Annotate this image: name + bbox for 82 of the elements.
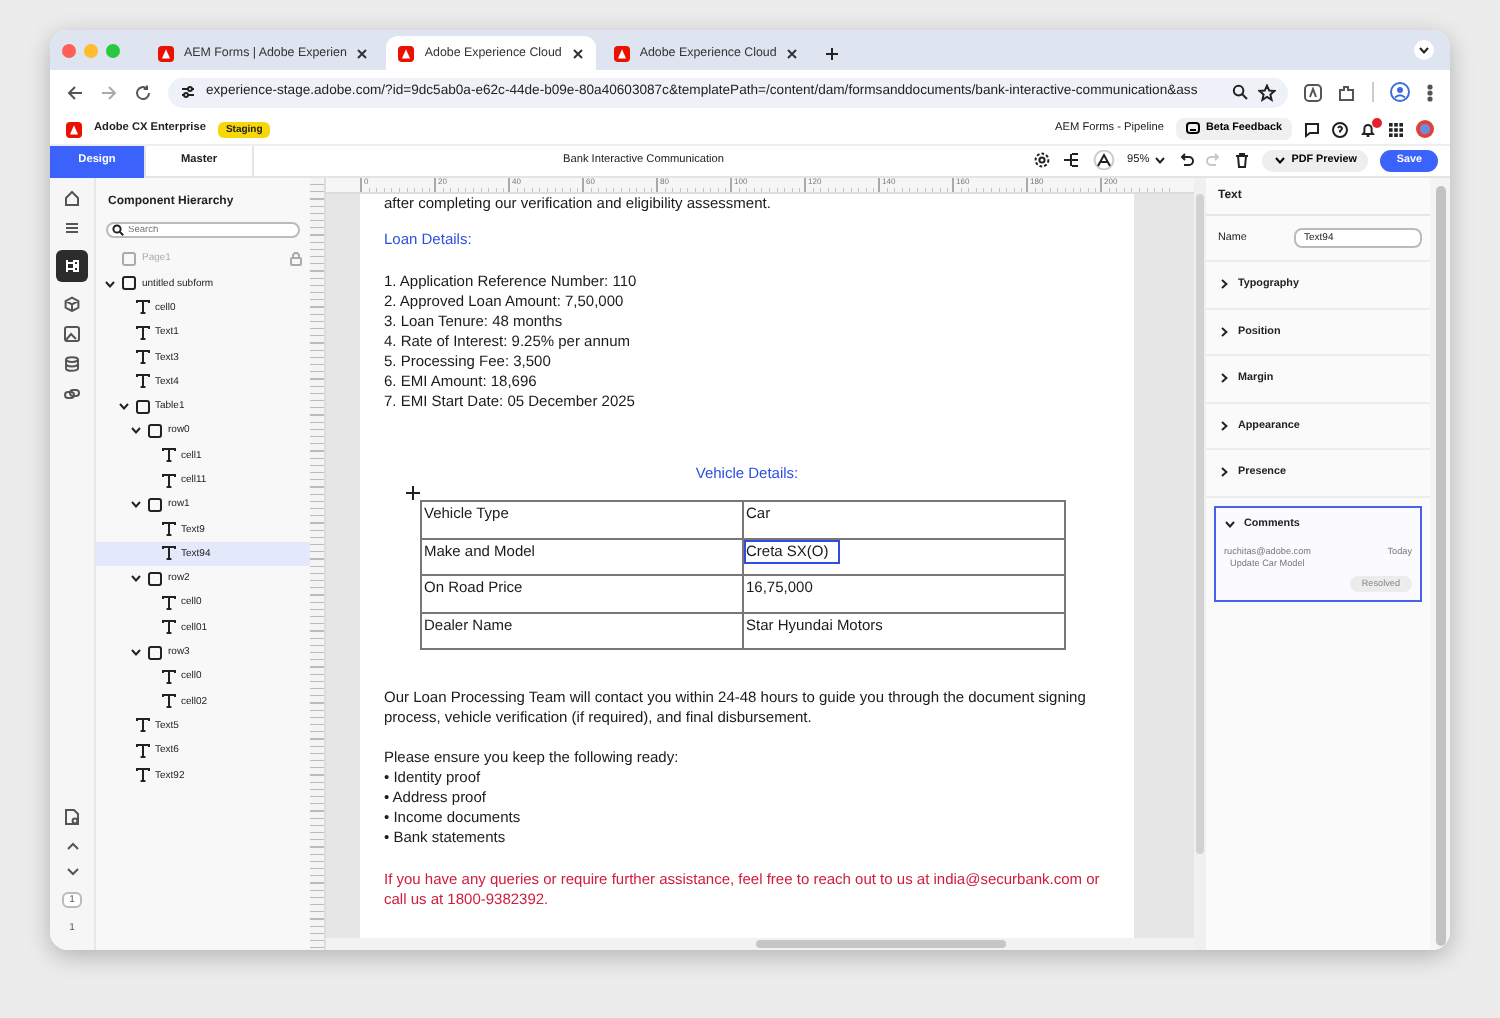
notifications-icon[interactable] xyxy=(1360,121,1376,137)
app-logo-icon xyxy=(158,45,174,61)
checkbox-icon xyxy=(148,423,162,438)
text-field-icon xyxy=(161,546,175,561)
checkbox-icon xyxy=(122,251,136,266)
checkbox-icon xyxy=(148,571,162,586)
undo-icon[interactable] xyxy=(1177,152,1194,169)
checkbox-icon xyxy=(148,645,162,660)
chevron-icon xyxy=(1218,419,1230,432)
checkbox-icon xyxy=(122,276,136,291)
menu-icon[interactable] xyxy=(64,220,80,236)
scrollbar-thumb[interactable] xyxy=(1435,186,1445,946)
text-field-icon xyxy=(135,743,149,758)
extensions-icon[interactable] xyxy=(1338,83,1356,101)
image-icon[interactable] xyxy=(64,326,80,342)
chat-icon[interactable] xyxy=(1304,121,1320,137)
chevron-icon xyxy=(1218,278,1230,291)
text-field-icon xyxy=(161,473,175,487)
notification-dot xyxy=(1372,117,1382,127)
hierarchy-tool[interactable] xyxy=(56,250,88,282)
text-field-icon xyxy=(161,620,175,635)
text-field-icon xyxy=(161,522,175,537)
text-field-icon xyxy=(135,300,149,315)
chevron-icon[interactable] xyxy=(130,646,142,659)
back-icon[interactable] xyxy=(66,83,84,101)
chevron-up-icon[interactable] xyxy=(65,840,79,852)
app-logo-icon xyxy=(66,121,82,137)
close-icon[interactable] xyxy=(786,47,799,59)
chevron-icon xyxy=(1218,325,1230,338)
auto-format-icon[interactable] xyxy=(1091,150,1116,171)
more-menu-icon[interactable] xyxy=(1426,83,1434,101)
chevron-icon xyxy=(1153,154,1166,167)
move-handle-icon[interactable] xyxy=(406,486,420,500)
text-field-icon xyxy=(135,374,149,389)
cube-icon[interactable] xyxy=(64,296,80,312)
profile-icon[interactable] xyxy=(1390,82,1410,102)
text-field-icon xyxy=(135,325,149,340)
chevron-down-icon[interactable] xyxy=(65,866,79,878)
app-logo-icon xyxy=(398,45,415,61)
database-icon[interactable] xyxy=(64,356,80,372)
text-field-icon xyxy=(161,595,175,610)
fields-icon[interactable] xyxy=(1061,152,1080,169)
chevron-icon xyxy=(1224,517,1236,530)
tab-list-icon xyxy=(1418,44,1430,56)
chevron-icon[interactable] xyxy=(130,572,142,585)
text-field-icon xyxy=(135,768,149,783)
text-field-icon xyxy=(161,669,175,684)
home-icon[interactable] xyxy=(64,190,80,206)
search-icon[interactable] xyxy=(1232,84,1248,100)
settings-icon[interactable] xyxy=(1033,152,1050,169)
scrollbar-thumb[interactable] xyxy=(756,940,1006,948)
chevron-icon[interactable] xyxy=(130,498,142,511)
text-field-icon xyxy=(161,448,175,463)
chevron-icon xyxy=(1273,154,1286,167)
star-icon[interactable] xyxy=(1258,83,1276,101)
page-settings-icon[interactable] xyxy=(64,808,80,826)
chevron-icon xyxy=(1218,372,1230,385)
link-icon[interactable] xyxy=(64,386,80,402)
apps-grid-icon[interactable] xyxy=(1388,121,1404,137)
new-tab-icon[interactable] xyxy=(824,45,841,61)
reload-icon[interactable] xyxy=(134,83,152,101)
lock-icon xyxy=(290,251,302,266)
site-settings-icon xyxy=(180,84,196,100)
chevron-icon[interactable] xyxy=(104,277,116,290)
close-icon[interactable] xyxy=(571,47,584,59)
search-icon xyxy=(112,224,124,237)
chevron-icon[interactable] xyxy=(130,424,142,437)
checkbox-icon xyxy=(135,399,149,414)
chevron-icon xyxy=(1218,466,1230,479)
app-logo-icon xyxy=(613,45,630,61)
feedback-icon xyxy=(1185,122,1200,136)
text-field-icon xyxy=(135,350,149,365)
chevron-icon[interactable] xyxy=(117,400,129,413)
tree-icon xyxy=(64,258,80,274)
close-icon[interactable] xyxy=(356,47,369,59)
help-icon[interactable] xyxy=(1332,121,1348,137)
delete-icon[interactable] xyxy=(1233,152,1250,169)
translate-icon[interactable] xyxy=(1304,83,1322,101)
text-field-icon xyxy=(161,694,175,709)
avatar-icon[interactable] xyxy=(1416,120,1434,138)
text-field-icon xyxy=(135,718,149,733)
checkbox-icon xyxy=(148,497,162,512)
